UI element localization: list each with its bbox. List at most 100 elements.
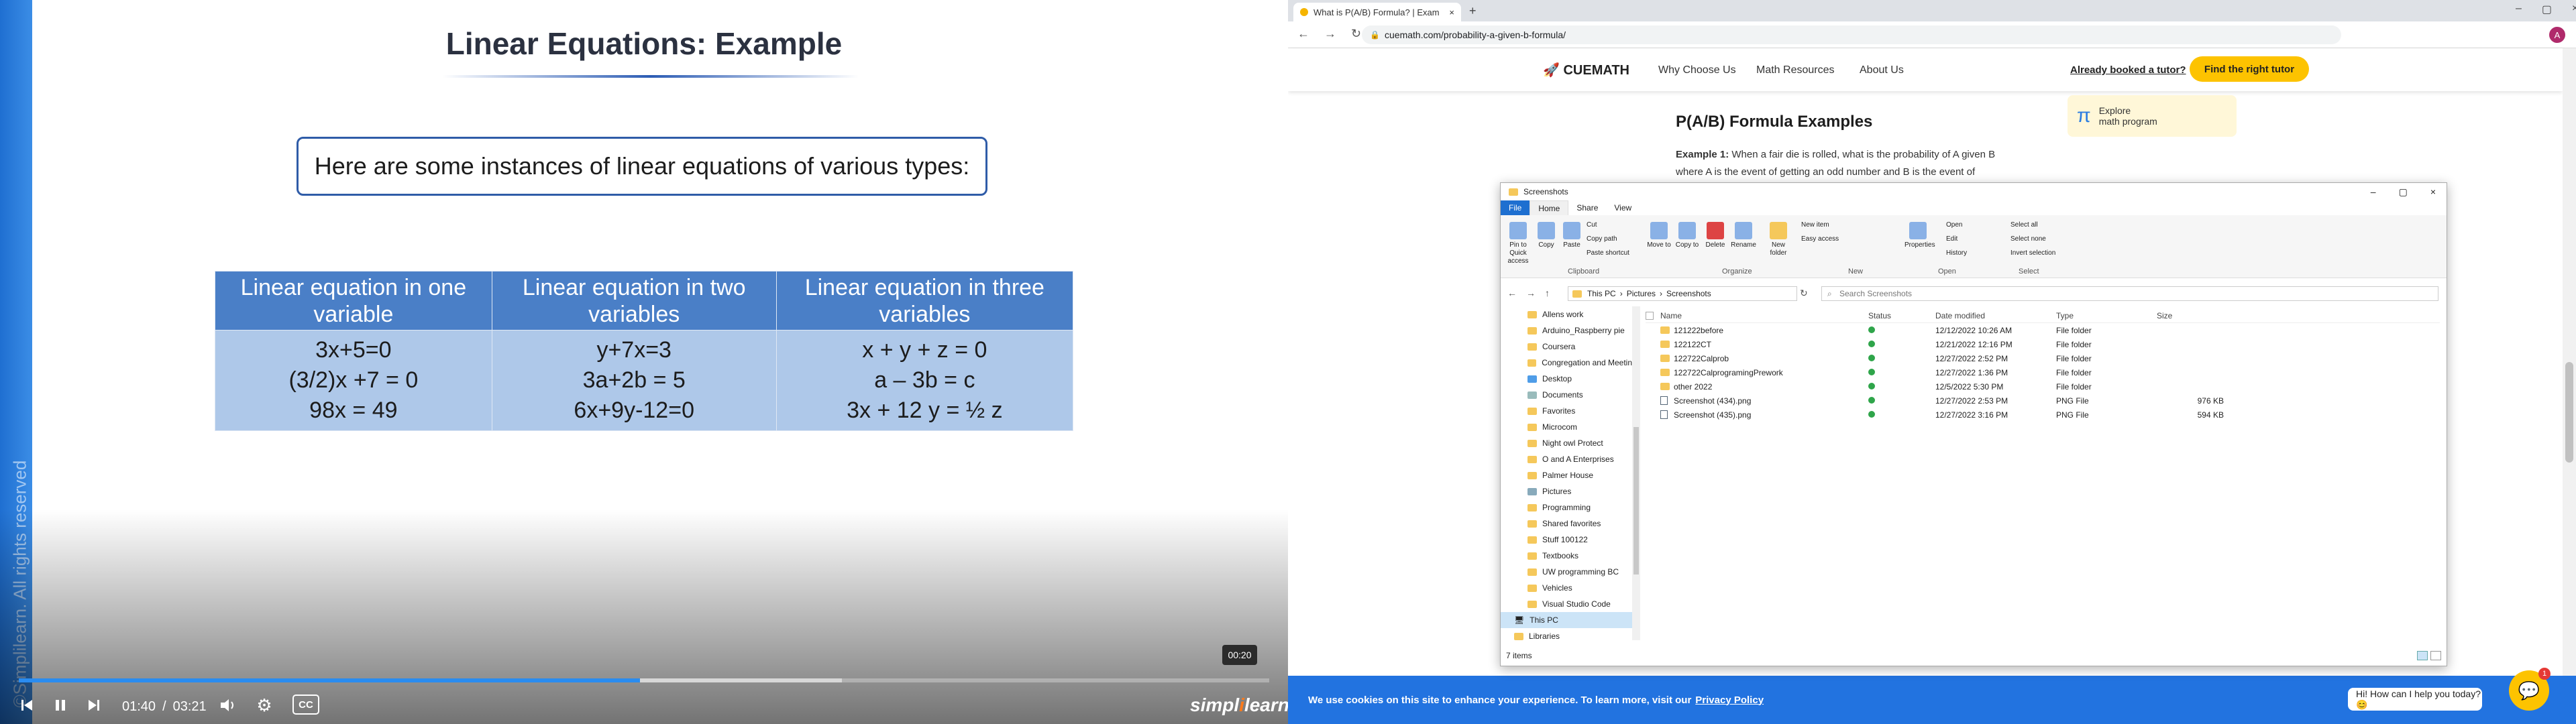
easy-access-button[interactable]: Easy access [1801,232,1839,246]
file-row[interactable]: Screenshot (435).png 12/27/2022 3:16 PM PN… [1646,408,2440,422]
select-none-button[interactable]: Select none [2010,232,2055,246]
nav-folder[interactable]: Coursera [1501,339,1632,355]
settings-button[interactable]: ⚙ [252,692,276,719]
minimize-icon[interactable]: – [2516,3,2522,16]
privacy-policy-link[interactable]: Privacy Policy [1695,695,1764,706]
open-button[interactable]: Open [1946,218,1967,232]
maximize-icon[interactable]: ▢ [2542,3,2552,16]
nav-why-choose-us[interactable]: Why Choose Us [1658,64,1736,76]
nav-folder[interactable]: Favorites [1501,403,1632,419]
back-icon[interactable]: ← [1297,27,1309,41]
copy-button[interactable]: Copy [1533,222,1560,249]
close-icon[interactable]: × [2430,186,2436,198]
explore-program-card[interactable]: π Explore math program [2068,95,2237,137]
breadcrumb-item[interactable]: Pictures [1627,289,1656,298]
select-all-button[interactable]: Select all [2010,218,2055,232]
forward-icon[interactable]: → [1324,27,1336,41]
new-item-button[interactable]: New item [1801,218,1839,232]
nav-folder[interactable]: O and A Enterprises [1501,451,1632,467]
select-all-checkbox[interactable] [1646,312,1654,320]
nav-folder[interactable]: Night owl Protect [1501,435,1632,451]
minimize-icon[interactable]: – [2371,186,2376,198]
rename-button[interactable]: Rename [1730,222,1757,249]
chat-greeting[interactable]: Hi! How can I help you today? 😊 [2348,688,2482,711]
tab-close-icon[interactable]: × [1449,7,1454,17]
copy-path-button[interactable]: Copy path [1587,232,1629,246]
edit-button[interactable]: Edit [1946,232,1967,246]
file-row[interactable]: 122722Calprob 12/27/2022 2:52 PM File fold… [1646,351,2440,365]
file-row[interactable]: 121222before 12/12/2022 10:26 AM File fold… [1646,323,2440,337]
nav-folder[interactable]: Congregation and Meetin [1501,355,1632,371]
nav-this-pc[interactable]: 🖥 This PC [1501,612,1632,628]
captions-button[interactable]: CC [292,695,319,715]
nav-folder[interactable]: Textbooks [1501,548,1632,564]
tab-file[interactable]: File [1501,200,1530,215]
invert-selection-button[interactable]: Invert selection [2010,246,2055,260]
volume-button[interactable] [216,692,240,719]
nav-folder[interactable]: Programming [1501,499,1632,516]
find-tutor-button[interactable]: Find the right tutor [2190,56,2309,82]
file-row[interactable]: Screenshot (434).png 12/27/2022 2:53 PM PN… [1646,394,2440,408]
explorer-search-input[interactable]: ⌕ Search Screenshots [1821,286,2438,301]
video-player[interactable]: ©Simplilearn. All rights reserved Linear… [0,0,1288,724]
details-view-icon[interactable] [2417,651,2428,660]
paste-shortcut-button[interactable]: Paste shortcut [1587,246,1629,260]
cut-button[interactable]: Cut [1587,218,1629,232]
tab-share[interactable]: Share [1568,200,1606,215]
history-button[interactable]: History [1946,246,1967,260]
new-tab-icon[interactable]: + [1469,4,1477,18]
move-to-button[interactable]: Move to [1646,222,1672,249]
back-icon[interactable]: ← [1507,288,1517,298]
skip-back-button[interactable] [15,692,39,719]
nav-folder[interactable]: Vehicles [1501,580,1632,596]
file-row[interactable]: 122122CT 12/21/2022 12:16 PM File folder [1646,337,2440,351]
nav-folder[interactable]: Visual Studio Code [1501,596,1632,612]
nav-folder[interactable]: Arduino_Raspberry pie [1501,322,1632,339]
delete-button[interactable]: Delete [1702,222,1729,249]
nav-folder[interactable]: Palmer House [1501,467,1632,483]
nav-folder[interactable]: Shared favorites [1501,516,1632,532]
nav-folder[interactable]: Documents [1501,387,1632,403]
pause-button[interactable] [48,692,72,719]
nav-folder[interactable]: Pictures [1501,483,1632,499]
nav-scrollbar[interactable] [1632,306,1640,640]
nav-folder[interactable]: Stuff 100122 [1501,532,1632,548]
close-icon[interactable]: × [2572,3,2576,16]
paste-button[interactable]: Paste [1558,222,1585,249]
nav-folder[interactable]: Allens work [1501,306,1632,322]
nav-folder[interactable]: Microcom [1501,419,1632,435]
column-name[interactable]: Name [1660,311,1868,320]
maximize-icon[interactable]: ▢ [2399,186,2408,198]
skip-forward-button[interactable] [82,692,106,719]
browser-tab[interactable]: What is P(A/B) Formula? | Exam × [1293,3,1461,21]
reload-icon[interactable]: ↻ [1351,27,1361,41]
tab-view[interactable]: View [1606,200,1640,215]
explorer-address-bar[interactable]: This PC › Pictures › Screenshots [1568,286,1797,301]
pin-quick-access-button[interactable]: Pin to Quick access [1505,222,1532,265]
chat-button[interactable]: 💬 1 [2509,668,2551,711]
breadcrumb-item[interactable]: This PC [1587,289,1616,298]
up-icon[interactable]: ↑ [1545,288,1550,298]
column-date[interactable]: Date modified [1935,311,2056,320]
nav-folder[interactable]: UW programming BC [1501,564,1632,580]
cuemath-logo[interactable]: 🚀 CUEMATH [1543,62,1629,78]
nav-folder[interactable]: Desktop [1501,371,1632,387]
forward-icon[interactable]: → [1526,288,1536,298]
column-size[interactable]: Size [2157,311,2224,320]
address-bar[interactable]: 🔒 cuemath.com/probability-a-given-b-form… [1362,25,2341,44]
column-type[interactable]: Type [2056,311,2157,320]
file-row[interactable]: other 2022 12/5/2022 5:30 PM File folder [1646,379,2440,394]
copy-to-button[interactable]: Copy to [1674,222,1701,249]
nav-libraries[interactable]: Libraries [1501,628,1632,640]
properties-button[interactable]: Properties [1904,222,1935,249]
tab-home[interactable]: Home [1529,200,1569,215]
new-folder-button[interactable]: New folder [1765,222,1792,257]
refresh-icon[interactable]: ↻ [1800,288,1808,299]
nav-math-resources[interactable]: Math Resources [1756,64,1835,76]
seek-bar[interactable] [19,678,1269,682]
nav-scroll-thumb[interactable] [1633,427,1639,575]
profile-avatar[interactable]: A [2549,27,2565,43]
file-row[interactable]: 122722CalprogramingPrework 12/27/2022 1:3… [1646,365,2440,379]
nav-about-us[interactable]: About Us [1860,64,1904,76]
booked-tutor-link[interactable]: Already booked a tutor? [2070,64,2186,76]
